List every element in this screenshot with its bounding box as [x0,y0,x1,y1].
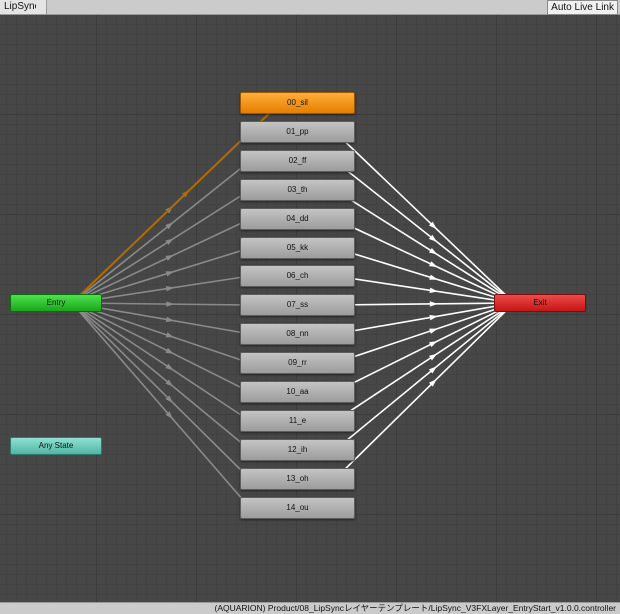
state-node-11-e-label: 11_e [288,416,307,425]
exit-transition-arrow-icon [429,328,438,334]
state-node-00-sil[interactable]: 00_sil [240,92,355,114]
state-node-03-th-label: 03_th [287,185,308,194]
state-node-05-kk[interactable]: 05_kk [240,237,355,259]
exit-transition-09_rr[interactable] [334,302,515,364]
state-node-07-ss-label: 07_ss [286,300,309,309]
state-node-05-kk-label: 05_kk [286,243,309,252]
state-node-06-ch[interactable]: 06_ch [240,265,355,287]
entry-transition-arrow-icon [165,347,174,354]
controller-path: (AQUARION) Product/08_LipSyncレイヤーテンプレート/… [214,603,617,613]
state-node-01-pp-label: 01_pp [286,127,309,136]
entry-transition-10_aa[interactable] [71,302,251,393]
exit-transition-arrow-icon [429,261,438,268]
exit-transition-arrow-icon [428,353,438,361]
state-node-07-ss[interactable]: 07_ss [240,294,355,316]
entry-transition-11_e[interactable] [71,302,251,422]
state-node-12-ih-label: 12_ih [287,445,308,454]
state-node-04-dd-label: 04_dd [286,214,309,223]
status-bar: (AQUARION) Product/08_LipSyncレイヤーテンプレート/… [0,602,620,614]
state-node-14-ou-label: 14_ou [286,503,309,512]
state-node-04-dd[interactable]: 04_dd [240,208,355,230]
entry-transition-arrow-icon [165,332,175,338]
state-node-14-ou[interactable]: 14_ou [240,497,355,519]
exit-transition-arrow-icon [429,341,438,348]
entry-transition-arrow-icon [166,301,175,307]
state-node-10-aa-label: 10_aa [286,387,309,396]
entry-transition-03_th[interactable] [71,189,251,304]
state-node-01-pp[interactable]: 01_pp [240,121,355,143]
exit-transition-arrow-icon [428,247,438,255]
exit-transition-07_ss[interactable] [334,302,515,306]
state-node-11-e[interactable]: 11_e [240,410,355,432]
any-state-node-label: Any State [38,441,74,450]
state-node-08-nn-label: 08_nn [286,329,309,338]
entry-transition-arrow-icon [165,271,175,277]
exit-transition-11_e[interactable] [334,302,515,422]
entry-transition-arrow-icon [165,286,175,292]
state-node-03-th[interactable]: 03_th [240,179,355,201]
exit-node-label: Exit [533,298,547,307]
exit-transition-arrow-icon [429,274,438,280]
exit-transition-03_th[interactable] [334,189,515,304]
entry-node[interactable]: Entry [10,294,102,312]
state-node-12-ih[interactable]: 12_ih [240,439,355,461]
state-node-13-oh[interactable]: 13_oh [240,468,355,490]
exit-transition-01_pp[interactable] [334,131,515,304]
state-node-00-sil-label: 00_sil [287,98,308,107]
exit-transition-arrow-icon [429,301,438,307]
entry-transition-12_ih[interactable] [71,302,251,451]
exit-node[interactable]: Exit [494,294,586,312]
exit-transition-10_aa[interactable] [334,302,515,393]
state-node-08-nn[interactable]: 08_nn [240,323,355,345]
entry-node-label: Entry [46,298,66,307]
state-node-10-aa[interactable]: 10_aa [240,381,355,403]
entry-transition-arrow-icon [165,238,174,246]
state-node-02-ff-label: 02_ff [288,156,307,165]
exit-transition-05_kk[interactable] [334,247,515,304]
state-node-02-ff[interactable]: 02_ff [240,150,355,172]
any-state-node[interactable]: Any State [10,437,102,455]
exit-transition-06_ch[interactable] [334,275,515,304]
entry-transition-arrow-icon [165,363,174,371]
state-node-09-rr-label: 09_rr [288,358,307,367]
exit-transition-arrow-icon [429,287,438,293]
exit-transition-12_ih[interactable] [334,302,515,451]
state-node-13-oh-label: 13_oh [286,474,309,483]
entry-transition-arrow-icon [165,254,174,261]
state-node-09-rr[interactable]: 09_rr [240,352,355,374]
state-node-06-ch-label: 06_ch [286,271,309,280]
